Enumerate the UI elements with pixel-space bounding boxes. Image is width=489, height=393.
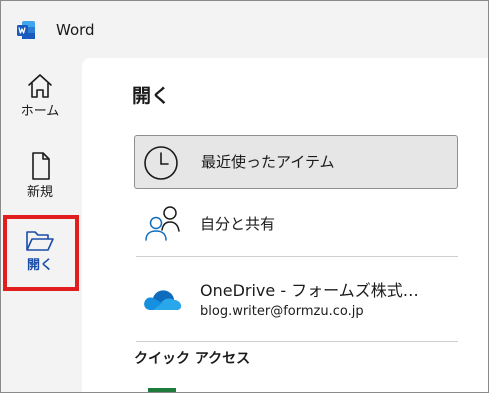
nav-item-home[interactable]: ホーム bbox=[0, 72, 80, 120]
quick-access-item-peek[interactable] bbox=[148, 388, 176, 393]
app-title: Word bbox=[56, 21, 95, 39]
home-icon bbox=[28, 74, 52, 98]
backstage-nav: ホーム 新規 開く bbox=[0, 58, 82, 393]
location-recent-label: 最近使ったアイテム bbox=[201, 153, 335, 171]
nav-label-new: 新規 bbox=[26, 185, 53, 200]
location-onedrive-label: OneDrive - フォームズ株式… bbox=[200, 281, 419, 300]
location-shared[interactable]: 自分と共有 bbox=[134, 198, 458, 254]
title-bar: Word bbox=[0, 0, 489, 58]
location-recent[interactable]: 最近使ったアイテム bbox=[134, 135, 458, 189]
nav-item-open[interactable]: 開く bbox=[0, 228, 80, 274]
nav-item-new[interactable]: 新規 bbox=[0, 151, 80, 201]
word-logo-icon bbox=[17, 21, 35, 39]
location-onedrive[interactable]: OneDrive - フォームズ株式… blog.writer@formzu.c… bbox=[134, 264, 458, 334]
nav-label-open: 開く bbox=[26, 258, 53, 273]
new-document-icon bbox=[32, 152, 50, 180]
open-panel: 開く 最近使ったアイテム 自分と共有 OneDrive - フォームズ株式… b… bbox=[82, 58, 488, 393]
quick-access-heading: クイック アクセス bbox=[134, 351, 251, 367]
location-onedrive-account: blog.writer@formzu.co.jp bbox=[200, 304, 364, 319]
page-title: 開く bbox=[132, 85, 171, 107]
onedrive-cloud-icon bbox=[144, 290, 181, 310]
divider bbox=[136, 256, 458, 257]
location-shared-label: 自分と共有 bbox=[200, 215, 276, 233]
divider bbox=[136, 341, 458, 342]
folder-open-icon bbox=[26, 231, 54, 251]
nav-label-home: ホーム bbox=[20, 104, 60, 119]
people-icon bbox=[145, 206, 180, 241]
clock-icon bbox=[144, 146, 178, 180]
